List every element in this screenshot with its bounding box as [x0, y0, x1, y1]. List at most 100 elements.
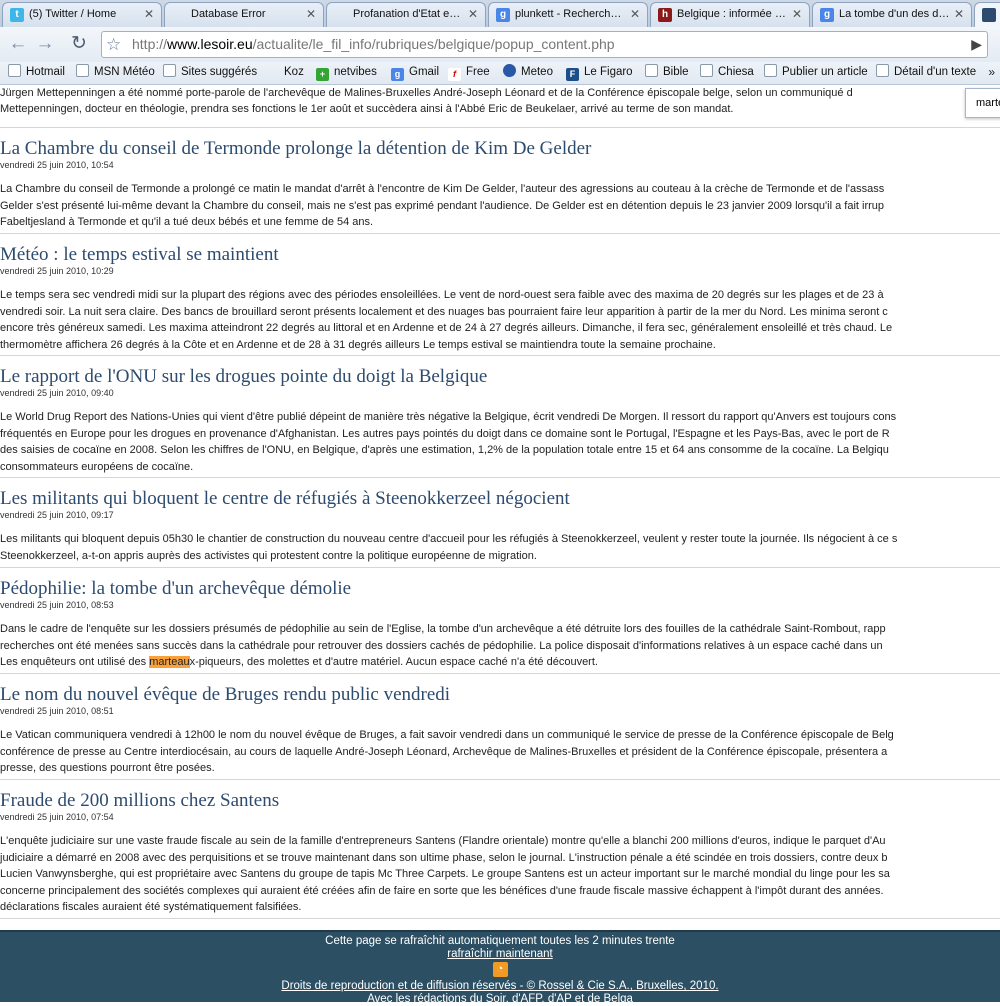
reload-icon[interactable]: ↻ [67, 32, 91, 56]
refresh-now-link[interactable]: rafraîchir maintenant [447, 948, 552, 960]
site-icon: h [658, 8, 672, 22]
page-icon [645, 64, 658, 77]
find-input[interactable]: marte [965, 88, 1000, 118]
article-title[interactable]: Les militants qui bloquent le centre de … [0, 488, 1000, 510]
tab-database-error[interactable]: Database Error ✕ [164, 2, 324, 27]
close-icon[interactable]: ✕ [954, 3, 964, 26]
article-date: vendredi 25 juin 2010, 10:29 [0, 266, 114, 276]
divider [0, 477, 1000, 478]
article-onu-drogues: Le rapport de l'ONU sur les drogues poin… [0, 366, 1000, 475]
article-kim-de-gelder: La Chambre du conseil de Termonde prolon… [0, 138, 1000, 231]
text-line: encore très généreux samedi. Les maxima … [0, 322, 893, 334]
article-title[interactable]: Fraude de 200 millions chez Santens [0, 790, 1000, 812]
text-line: vendredi soir. La nuit sera claire. Des … [0, 305, 888, 318]
tab-twitter[interactable]: t (5) Twitter / Home ✕ [2, 2, 162, 27]
find-highlight: marteau [149, 656, 190, 668]
article-body: L'enquête judiciaire sur une vaste fraud… [0, 833, 1000, 916]
bookmark-free[interactable]: f Free [448, 62, 490, 84]
text-line: presse, des questions pourront être posé… [0, 762, 215, 774]
article-title[interactable]: Le nom du nouvel évêque de Bruges rendu … [0, 684, 1000, 706]
article-eveque-bruges: Le nom du nouvel évêque de Bruges rendu … [0, 684, 1000, 777]
bookmark-koz[interactable]: Koz [266, 62, 304, 84]
tab-la-tombe[interactable]: g La tombe d'un des d… ✕ [812, 2, 972, 27]
tab-active[interactable] [974, 2, 1000, 27]
text-line: concerne principalement des sociétés com… [0, 884, 884, 897]
tab-belgique[interactable]: h Belgique : informée … ✕ [650, 2, 810, 27]
bookmark-gmail[interactable]: g Gmail [391, 62, 439, 84]
article-body: Les militants qui bloquent depuis 05h30 … [0, 531, 1000, 564]
text-line: judiciaire a démarré en 2008 avec des pe… [0, 851, 888, 864]
back-icon[interactable]: ← [6, 32, 30, 56]
text-line: Steenokkerzeel, a-t-on appris auprès des… [0, 549, 537, 562]
google-icon: g [496, 8, 510, 22]
address-bar[interactable]: ☆ http://www.lesoir.eu/actualite/le_fil_… [101, 31, 988, 58]
url-text[interactable]: http://www.lesoir.eu/actualite/le_fil_in… [132, 32, 615, 57]
divider [0, 355, 1000, 356]
text-line: déclarations fiscales auraient été systé… [0, 901, 302, 913]
forward-icon[interactable]: → [33, 32, 57, 56]
tab-label: Belgique : informée … [677, 8, 786, 20]
text-line: Mettepenningen, docteur en théologie, pr… [0, 103, 734, 115]
footer: Cette page se rafraîchit automatiquement… [0, 930, 1000, 1005]
tab-strip: t (5) Twitter / Home ✕ Database Error ✕ … [0, 0, 1000, 27]
bookmark-le-figaro[interactable]: F Le Figaro [566, 62, 633, 84]
divider [0, 673, 1000, 674]
text-line: Gelder s'est présenté lui-même devant la… [0, 199, 885, 212]
close-icon[interactable]: ✕ [144, 3, 154, 26]
bookmark-sites-suggeres[interactable]: Sites suggérés [163, 62, 257, 84]
tab-plunkett[interactable]: g plunkett - Recherch… ✕ [488, 2, 648, 27]
article-title[interactable]: Météo : le temps estival se maintient [0, 244, 1000, 266]
text-line: Le World Drug Report des Nations-Unies q… [0, 411, 897, 423]
close-icon[interactable]: ✕ [306, 3, 316, 26]
divider [0, 918, 1000, 919]
bookmark-meteo[interactable]: Meteo [503, 62, 553, 84]
close-icon[interactable]: ✕ [630, 3, 640, 26]
article-date: vendredi 25 juin 2010, 08:51 [0, 706, 114, 716]
page-icon [334, 8, 348, 22]
article-title[interactable]: Le rapport de l'ONU sur les drogues poin… [0, 366, 1000, 388]
divider [0, 127, 1000, 128]
rss-icon[interactable]: ◔ [492, 962, 508, 977]
page-icon [876, 64, 889, 77]
bookmark-publier[interactable]: Publier un article [764, 62, 868, 84]
text-line: L'enquête judiciaire sur une vaste fraud… [0, 835, 886, 847]
article-date: vendredi 25 juin 2010, 10:54 [0, 160, 114, 170]
text-line: Les enquêteurs ont utilisé des marteaux-… [0, 656, 598, 668]
bookmark-detail-texte[interactable]: Détail d'un texte [876, 62, 976, 84]
rights-link[interactable]: Droits de reproduction et de diffusion r… [281, 980, 718, 992]
page-icon [700, 64, 713, 77]
text-line: Le temps sera sec vendredi midi sur la p… [0, 289, 884, 301]
text-line: Dans le cadre de l'enquête sur les dossi… [0, 623, 886, 635]
bookmarks-overflow-icon[interactable]: » [988, 62, 995, 82]
close-icon[interactable]: ✕ [792, 3, 802, 26]
page-icon [982, 8, 996, 22]
divider [0, 233, 1000, 234]
text-line: thermomètre affichera 26 degrés à la Côt… [0, 338, 716, 351]
article-santens: Fraude de 200 millions chez Santens vend… [0, 790, 1000, 916]
text-line: des saisies de cocaïne en 2008. Selon le… [0, 444, 889, 456]
bookmark-msn-meteo[interactable]: MSN Météo [76, 62, 155, 84]
bookmark-star-icon[interactable]: ☆ [106, 32, 121, 57]
bookmark-hotmail[interactable]: Hotmail [8, 62, 65, 84]
article-body: La Chambre du conseil de Termonde a prol… [0, 181, 1000, 231]
bookmark-bible[interactable]: Bible [645, 62, 689, 84]
page-icon [163, 64, 176, 77]
tab-label: plunkett - Recherch… [515, 8, 622, 20]
article-body: Dans le cadre de l'enquête sur les dossi… [0, 621, 1000, 671]
toolbar: ← → ↻ ☆ http://www.lesoir.eu/actualite/l… [0, 27, 1000, 62]
article-title[interactable]: La Chambre du conseil de Termonde prolon… [0, 138, 1000, 160]
globe-icon [503, 64, 516, 77]
article-steenokkerzeel: Les militants qui bloquent le centre de … [0, 488, 1000, 564]
bookmark-netvibes[interactable]: + netvibes [316, 62, 377, 84]
article-body: Le Vatican communiquera vendredi à 12h00… [0, 727, 1000, 777]
text-line: Le Vatican communiquera vendredi à 12h00… [0, 729, 894, 741]
figaro-icon: F [566, 68, 579, 81]
close-icon[interactable]: ✕ [468, 3, 478, 26]
text-line: recherches ont été menées sans succès da… [0, 639, 883, 652]
tab-profanation[interactable]: Profanation d'Etat e… ✕ [326, 2, 486, 27]
newsrooms-link[interactable]: Avec les rédactions du Soir, d'AFP, d'AP… [367, 993, 633, 1005]
article-meteo: Météo : le temps estival se maintient ve… [0, 244, 1000, 353]
go-icon[interactable]: ▶ [971, 32, 982, 57]
bookmark-chiesa[interactable]: Chiesa [700, 62, 754, 84]
article-title[interactable]: Pédophilie: la tombe d'un archevêque dém… [0, 578, 1000, 600]
